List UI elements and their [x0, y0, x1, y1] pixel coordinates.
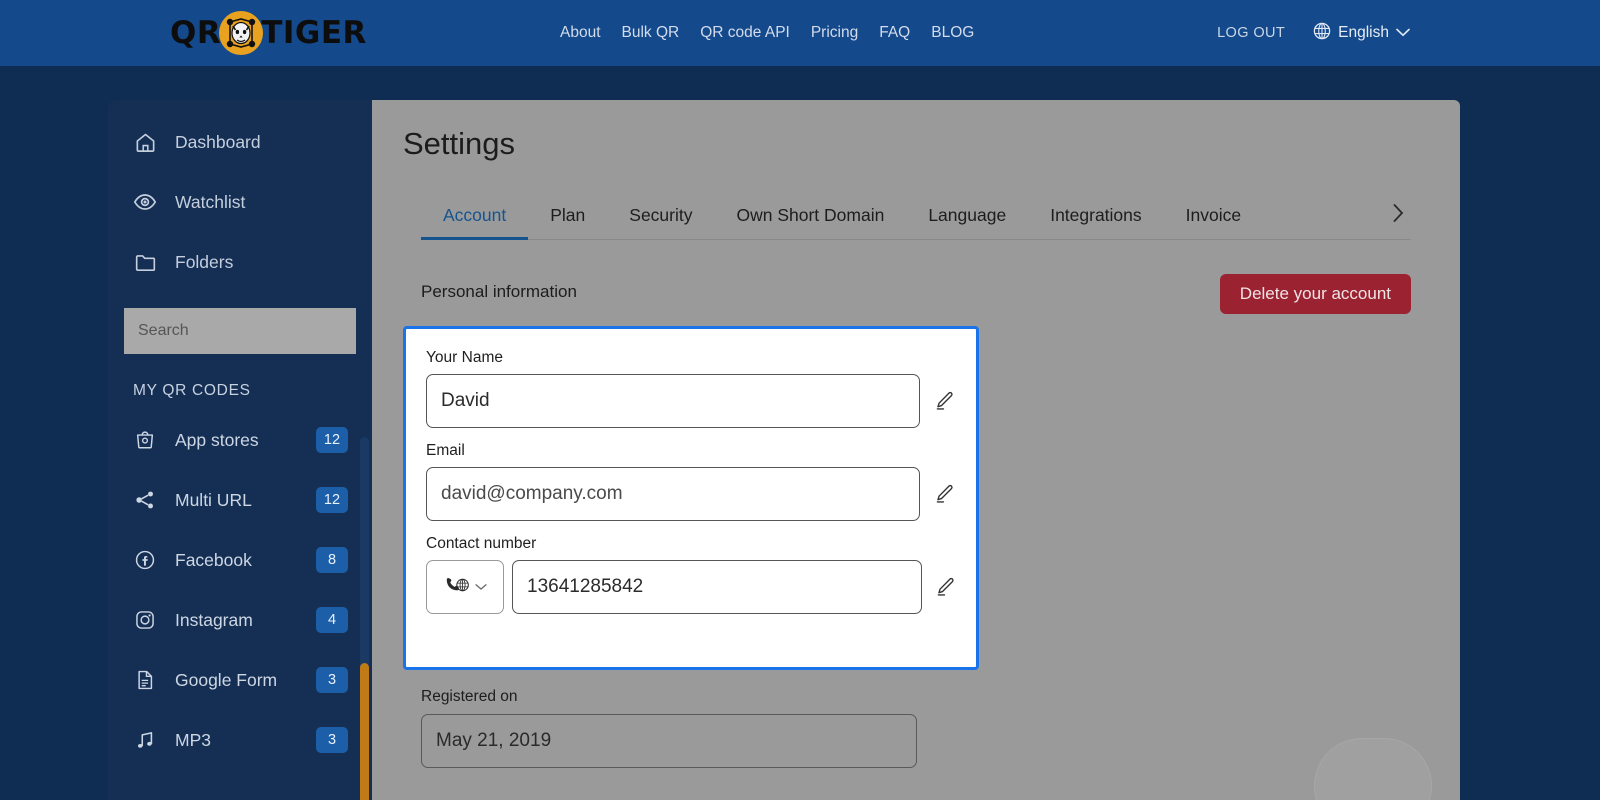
- sidebar-item-label: Watchlist: [175, 191, 246, 212]
- logo-text: QR TIGER: [170, 11, 367, 55]
- nav-link-blog[interactable]: BLOG: [931, 24, 974, 42]
- sidebar-item-dashboard[interactable]: Dashboard: [108, 112, 372, 172]
- top-header-bar: QR TIGER About Bulk QR QR code API Prici…: [0, 0, 1600, 66]
- sidebar-item-google-form[interactable]: Google Form 3: [108, 650, 372, 710]
- sidebar-item-folders[interactable]: Folders: [108, 232, 372, 292]
- music-note-icon: [133, 729, 157, 751]
- sidebar-item-count: 3: [316, 667, 348, 693]
- sidebar-scrollbar-thumb[interactable]: [360, 663, 369, 800]
- phone-group: 13641285842: [426, 560, 922, 614]
- your-name-input[interactable]: David: [426, 374, 921, 428]
- sidebar-search: [124, 308, 356, 354]
- tiger-face-icon: [219, 11, 264, 55]
- tab-account[interactable]: Account: [421, 192, 529, 240]
- field-label: Contact number: [426, 535, 537, 552]
- home-icon: [133, 131, 157, 154]
- sidebar-item-multi-url[interactable]: Multi URL 12: [108, 470, 372, 530]
- main-content: Settings Account Plan Security Own Short…: [372, 100, 1460, 800]
- app-store-bag-icon: [133, 429, 157, 451]
- language-selector[interactable]: English: [1313, 22, 1410, 45]
- contact-number-input[interactable]: 13641285842: [512, 560, 922, 614]
- logo-suffix: TIGER: [261, 15, 367, 51]
- app-root: QR TIGER About Bulk QR QR code API Prici…: [0, 0, 1600, 800]
- tab-own-short-domain[interactable]: Own Short Domain: [714, 192, 906, 240]
- folder-icon: [133, 251, 157, 274]
- field-label: Registered on: [421, 688, 518, 705]
- chat-bubble-icon[interactable]: [1314, 738, 1432, 800]
- field-label: Email: [426, 442, 465, 459]
- tab-security[interactable]: Security: [607, 192, 714, 240]
- personal-information-card: Your Name David Email david@company.com: [403, 326, 979, 670]
- sidebar-item-facebook[interactable]: Facebook 8: [108, 530, 372, 590]
- search-input[interactable]: [124, 308, 356, 354]
- email-input[interactable]: david@company.com: [426, 467, 921, 521]
- sidebar-item-label: Google Form: [175, 669, 278, 690]
- field-your-name: Your Name David: [426, 349, 956, 428]
- sidebar-item-count: 3: [316, 727, 348, 753]
- field-contact-number: Contact number 13641285842: [426, 535, 956, 614]
- page-title: Settings: [403, 126, 516, 161]
- pencil-icon[interactable]: [932, 483, 956, 505]
- logo-prefix: QR: [170, 15, 222, 51]
- nav-link-pricing[interactable]: Pricing: [811, 24, 858, 42]
- sidebar-item-label: Multi URL: [175, 489, 252, 510]
- settings-tabs: Account Plan Security Own Short Domain L…: [421, 192, 1411, 240]
- sidebar-section-title: MY QR CODES: [133, 382, 251, 399]
- field-registered-on: Registered on May 21, 2019: [421, 688, 917, 768]
- sidebar-item-instagram[interactable]: Instagram 4: [108, 590, 372, 650]
- main-navigation: About Bulk QR QR code API Pricing FAQ BL…: [560, 0, 974, 66]
- tab-invoice[interactable]: Invoice: [1164, 192, 1263, 240]
- delete-account-button[interactable]: Delete your account: [1219, 274, 1411, 314]
- phone-globe-icon: [444, 575, 470, 600]
- sidebar: Dashboard Watchlist Folders Search MY QR…: [108, 100, 372, 800]
- pencil-icon[interactable]: [934, 576, 956, 598]
- sidebar-item-label: Facebook: [175, 549, 252, 570]
- sidebar-item-app-stores[interactable]: App stores 12: [108, 410, 372, 470]
- sidebar-item-count: 8: [316, 547, 348, 573]
- nav-link-bulk-qr[interactable]: Bulk QR: [622, 24, 680, 42]
- tab-language[interactable]: Language: [906, 192, 1028, 240]
- sidebar-item-label: MP3: [175, 729, 211, 750]
- chevron-down-icon: [1396, 24, 1410, 42]
- chevron-down-icon: [474, 578, 487, 596]
- sidebar-item-label: Folders: [175, 251, 234, 272]
- sidebar-item-count: 12: [316, 427, 348, 453]
- country-code-selector[interactable]: [426, 560, 504, 614]
- header-right-controls: LOG OUT English: [1217, 0, 1410, 66]
- eye-icon: [133, 190, 157, 214]
- sidebar-item-label: Dashboard: [175, 131, 261, 152]
- field-label: Your Name: [426, 349, 503, 366]
- sidebar-item-watchlist[interactable]: Watchlist: [108, 172, 372, 232]
- nav-link-faq[interactable]: FAQ: [879, 24, 910, 42]
- nav-link-about[interactable]: About: [560, 24, 601, 42]
- globe-icon: [1313, 22, 1331, 45]
- sidebar-item-label: App stores: [175, 429, 259, 450]
- brand-logo[interactable]: QR TIGER: [170, 11, 367, 55]
- sidebar-item-mp3[interactable]: MP3 3: [108, 710, 372, 770]
- sidebar-item-label: Instagram: [175, 609, 253, 630]
- instagram-icon: [133, 609, 157, 631]
- document-icon: [133, 669, 157, 691]
- tab-plan[interactable]: Plan: [528, 192, 607, 240]
- sidebar-item-count: 4: [316, 607, 348, 633]
- share-nodes-icon: [133, 489, 157, 511]
- field-email: Email david@company.com: [426, 442, 956, 521]
- personal-information-label: Personal information: [421, 282, 577, 301]
- facebook-icon: [133, 549, 157, 571]
- tab-integrations[interactable]: Integrations: [1028, 192, 1163, 240]
- pencil-icon[interactable]: [932, 390, 956, 412]
- chevron-right-icon[interactable]: [1392, 203, 1411, 229]
- sidebar-item-count: 12: [316, 487, 348, 513]
- logout-button[interactable]: LOG OUT: [1217, 25, 1285, 41]
- nav-link-qr-code-api[interactable]: QR code API: [700, 24, 790, 42]
- language-label: English: [1338, 24, 1389, 41]
- registered-on-value: May 21, 2019: [421, 714, 917, 768]
